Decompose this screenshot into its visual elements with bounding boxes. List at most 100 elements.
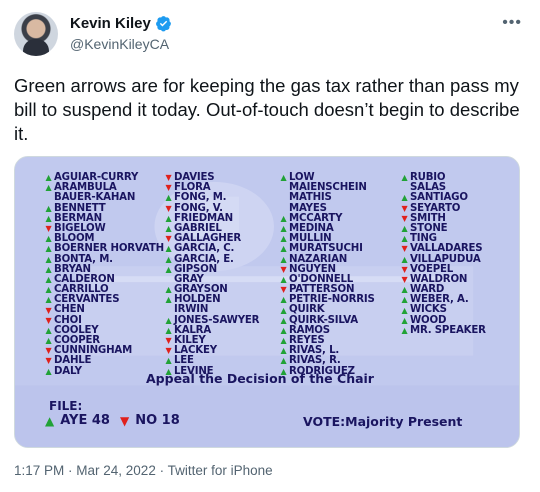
vote-arrow-icon: ▲	[45, 244, 52, 254]
vote-arrow-icon: ▲	[401, 295, 408, 305]
vote-arrow-icon: ▲	[165, 193, 172, 203]
vote-arrow-icon: ▲	[45, 254, 52, 264]
vote-column-4: ▲ RUBIO SALAS ▲ SANTIAGO ▼ SEYARTO ▼ SMITH ▲…	[399, 172, 486, 336]
vote-arrow-icon: ▲	[280, 254, 287, 264]
no-arrow-icon: ▼	[119, 413, 130, 428]
vote-arrow-icon: ▲	[45, 264, 52, 274]
vote-arrow-icon: ▲	[401, 315, 408, 325]
vote-arrow-icon: ▲	[165, 254, 172, 264]
more-options-icon[interactable]: •••	[502, 14, 522, 32]
no-count: NO 18	[135, 413, 180, 428]
tweet-header: Kevin Kiley @KevinKileyCA •••	[14, 12, 526, 58]
vote-arrow-icon: ▲	[280, 315, 287, 325]
vote-type: VOTE:Majority Present	[303, 414, 463, 429]
vote-arrow-icon: ▼	[280, 285, 287, 295]
vote-arrow-icon: ▼	[280, 264, 287, 274]
vote-arrow-icon: ▲	[401, 193, 408, 203]
vote-arrow-icon: ▼	[45, 305, 52, 315]
vote-arrow-icon: ▼	[45, 224, 52, 234]
vote-row: ▲ MURATSUCHI	[278, 244, 375, 254]
vote-arrow-icon: ▲	[280, 295, 287, 305]
vote-arrow-icon: ▼	[165, 336, 172, 346]
author-name-row: Kevin Kiley	[70, 15, 172, 32]
vote-arrow-icon: ▲	[401, 173, 408, 183]
file-label: FILE:	[49, 399, 83, 413]
vote-arrow-icon: ▲	[165, 356, 172, 366]
vote-arrow-icon: ▲	[45, 183, 52, 193]
display-name[interactable]: Kevin Kiley	[70, 15, 151, 32]
vote-arrow-icon: ▼	[401, 244, 408, 254]
tweet-text: Green arrows are for keeping the gas tax…	[14, 75, 520, 144]
motion-title: Appeal the Decision of the Chair	[146, 371, 374, 386]
vote-row: ▲ BOERNER HORVATH	[43, 243, 165, 255]
member-name: MURATSUCHI	[289, 243, 363, 255]
avatar[interactable]	[14, 12, 58, 56]
member-name: BOERNER HORVATH	[54, 243, 164, 255]
vote-arrow-icon: ▲	[401, 325, 408, 335]
vote-arrow-icon: ▲	[45, 336, 52, 346]
verified-badge-icon	[155, 16, 171, 32]
vote-arrow-icon: ▲	[401, 285, 408, 295]
vote-arrow-icon: ▲	[401, 234, 408, 244]
member-name: GARCIA, C.	[174, 243, 235, 255]
vote-arrow-icon: ▲	[165, 264, 172, 274]
tweet-timestamp[interactable]: 1:17 PM · Mar 24, 2022 · Twitter for iPh…	[14, 463, 273, 478]
tweet-media-vote-board[interactable]: ▲ AGUIAR-CURRY ▲ ARAMBULA BAUER-KAHAN ▲ BEN…	[14, 156, 520, 448]
vote-arrow-icon: ▼	[45, 356, 52, 366]
vote-arrow-icon: ▲	[401, 254, 408, 264]
vote-arrow-icon: ▲	[280, 274, 287, 284]
vote-arrow-icon: ▲	[165, 224, 172, 234]
vote-row: ▼ VALLADARES	[399, 244, 486, 254]
vote-arrow-icon: ▲	[45, 213, 52, 223]
vote-arrow-icon: ▼	[165, 173, 172, 183]
member-name: VALLADARES	[410, 243, 483, 255]
vote-arrow-icon: ▼	[165, 203, 172, 213]
vote-arrow-icon: ▲	[45, 173, 52, 183]
aye-count: AYE 48	[60, 413, 110, 428]
user-handle[interactable]: @KevinKileyCA	[70, 36, 169, 52]
member-name: DALY	[54, 365, 82, 377]
vote-arrow-icon: ▲	[165, 315, 172, 325]
vote-arrow-icon: ▲	[45, 295, 52, 305]
vote-arrow-icon: ▲	[280, 234, 287, 244]
vote-arrow-icon: ▲	[280, 336, 287, 346]
vote-arrow-icon: ▲	[401, 224, 408, 234]
member-name: MR. SPEAKER	[410, 324, 486, 336]
vote-arrow-icon: ▼	[401, 274, 408, 284]
vote-arrow-icon: ▼	[401, 264, 408, 274]
vote-arrow-icon: ▲	[45, 285, 52, 295]
vote-arrow-icon: ▼	[401, 203, 408, 213]
vote-arrow-icon: ▲	[280, 224, 287, 234]
vote-arrow-icon: ▲	[45, 325, 52, 335]
vote-arrow-icon: ▼	[165, 183, 172, 193]
vote-arrow-icon: ▲	[280, 244, 287, 254]
vote-arrow-icon: ▲	[280, 325, 287, 335]
vote-arrow-icon: ▼	[165, 346, 172, 356]
vote-tally: ▲ AYE 48 ▼ NO 18	[45, 413, 180, 428]
aye-arrow-icon: ▲	[45, 413, 55, 428]
vote-arrow-icon: ▲	[45, 274, 52, 284]
vote-arrow-icon: ▲	[280, 213, 287, 223]
vote-arrow-icon: ▲	[280, 346, 287, 356]
vote-arrow-icon: ▲	[401, 305, 408, 315]
vote-arrow-icon: ▲	[165, 285, 172, 295]
vote-arrow-icon: ▲	[165, 244, 172, 254]
vote-arrow-icon: ▲	[165, 295, 172, 305]
vote-column-3: ▲ LOW MAIENSCHEIN MATHIS MAYES ▲ MCCARTY ▲…	[278, 172, 375, 377]
vote-arrow-icon: ▼	[45, 315, 52, 325]
vote-row: ▲ GARCIA, C.	[163, 244, 259, 254]
vote-arrow-icon: ▼	[45, 346, 52, 356]
vote-arrow-icon: ▲	[280, 305, 287, 315]
vote-arrow-icon: ▲	[165, 213, 172, 223]
vote-column-1: ▲ AGUIAR-CURRY ▲ ARAMBULA BAUER-KAHAN ▲ BEN…	[43, 172, 165, 377]
vote-column-2: ▼ DAVIES ▼ FLORA ▲ FONG, M. ▼ FONG, V. ▲ FRIE…	[163, 172, 260, 377]
vote-arrow-icon: ▲	[280, 356, 287, 366]
vote-arrow-icon: ▼	[401, 213, 408, 223]
vote-arrow-icon: ▼	[165, 234, 172, 244]
vote-arrow-icon: ▲	[165, 325, 172, 335]
vote-arrow-icon: ▲	[45, 366, 52, 376]
vote-arrow-icon: ▲	[280, 173, 287, 183]
vote-arrow-icon: ▲	[45, 203, 52, 213]
vote-arrow-icon: ▲	[45, 234, 52, 244]
vote-row: ▲ MR. SPEAKER	[399, 324, 486, 336]
